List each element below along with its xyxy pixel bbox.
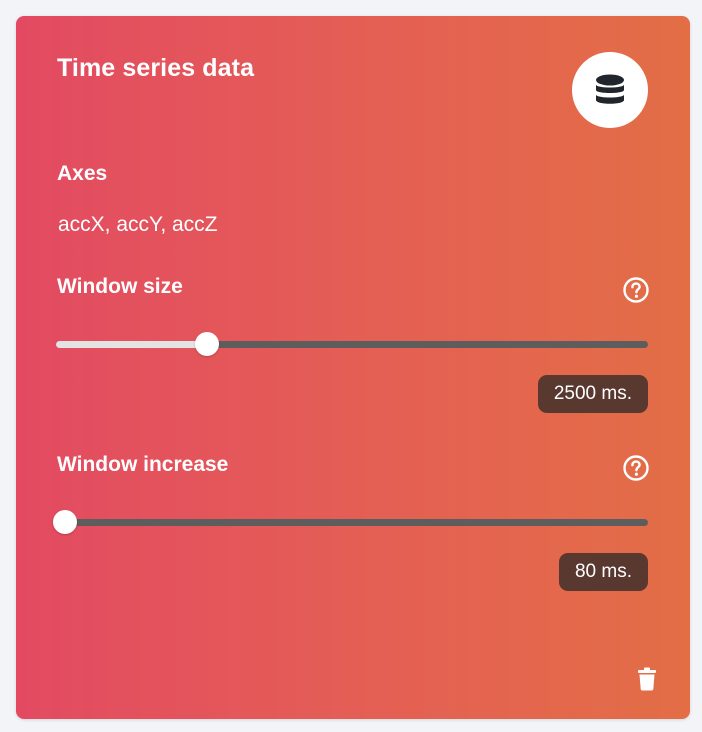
axes-value: accX, accY, accZ (58, 213, 218, 236)
window-increase-slider-track (56, 519, 648, 526)
window-increase-slider-thumb[interactable] (53, 510, 77, 534)
window-size-value-badge: 2500 ms. (537, 375, 648, 413)
window-size-label: Window size (57, 275, 183, 298)
window-increase-slider[interactable] (53, 510, 648, 534)
window-size-slider-fill (56, 341, 207, 348)
database-icon (596, 74, 624, 104)
window-size-slider[interactable] (56, 332, 648, 356)
window-increase-label: Window increase (57, 453, 229, 476)
time-series-block-card: Time series data Axes accX, accY, accZ W… (16, 16, 690, 719)
block-title: Time series data (57, 54, 255, 82)
window-increase-help-icon[interactable] (622, 454, 650, 482)
window-size-help-icon[interactable] (622, 276, 650, 304)
block-icon-badge (572, 52, 648, 128)
window-increase-value-badge: 80 ms. (558, 553, 648, 591)
axes-label: Axes (57, 162, 108, 185)
window-size-slider-thumb[interactable] (195, 332, 219, 356)
trash-icon[interactable] (636, 667, 658, 691)
